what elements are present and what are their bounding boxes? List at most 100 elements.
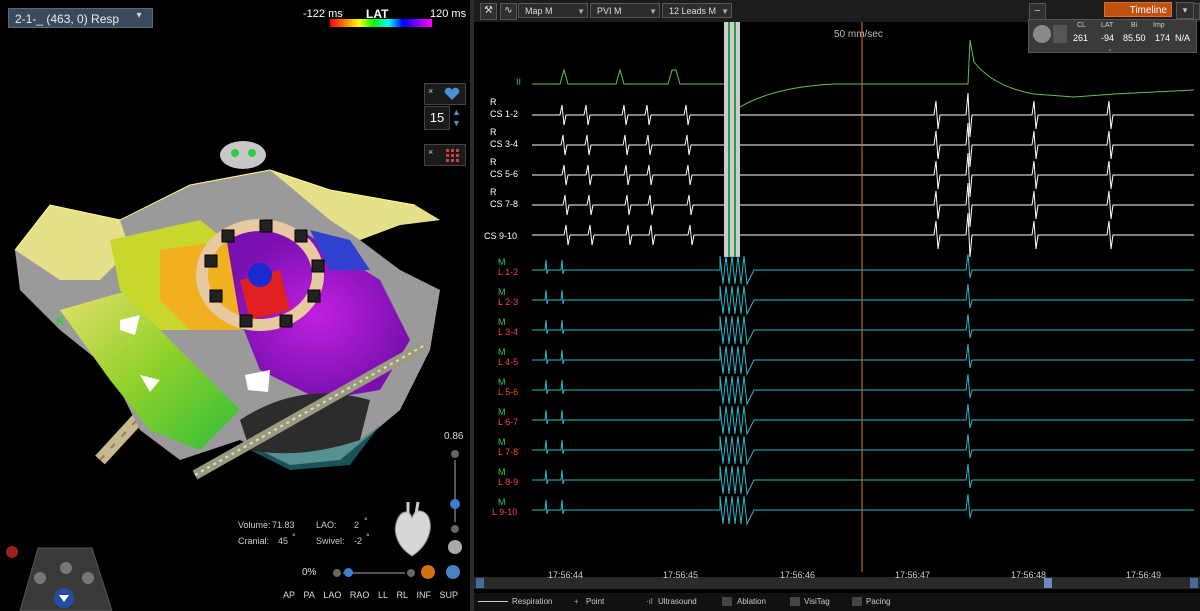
lasso-label: L 9-10 xyxy=(492,507,518,517)
stats-panel: CL 261 LAT -94 Bi 85.50 Imp 174 N/A ⌄ xyxy=(1028,19,1197,53)
legend-point[interactable]: Point xyxy=(586,597,604,606)
legend-visitag[interactable]: VisiTag xyxy=(804,597,830,606)
cranial-degree: ° xyxy=(292,532,296,542)
zoom-out-icon[interactable]: – xyxy=(1029,3,1046,20)
leads-select-value: 12 Leads M xyxy=(669,6,717,16)
counter-down-icon[interactable]: ▼ xyxy=(452,118,461,128)
stats-toggle-icon[interactable] xyxy=(1033,25,1051,43)
cs2-prefix: R xyxy=(490,127,497,137)
na-value: N/A xyxy=(1175,33,1191,43)
zoom-slider-track[interactable] xyxy=(454,460,456,522)
cl-value: 261 xyxy=(1073,33,1089,43)
heart-icon xyxy=(444,87,460,100)
r-marker: R xyxy=(56,316,64,328)
swivel-degree: ° xyxy=(366,532,370,542)
lasso-trace xyxy=(532,433,1194,466)
scroll-left-icon[interactable] xyxy=(476,578,484,588)
view-pa-button[interactable]: PA xyxy=(304,590,315,600)
heart-tool-button[interactable]: × xyxy=(424,83,466,105)
signal-icon[interactable]: ∿ xyxy=(500,3,517,20)
cs-trace xyxy=(532,122,1194,168)
ultrasound-icon: ·ıl xyxy=(646,597,653,606)
cs-trace xyxy=(532,152,1194,198)
view-sup-button[interactable]: SUP xyxy=(440,590,459,600)
leads-select[interactable]: 12 Leads M ▼ xyxy=(662,3,732,18)
transparency-plus-icon[interactable] xyxy=(407,569,415,577)
volume-value: 71.83 xyxy=(272,520,295,530)
ablation-artifact-line xyxy=(734,22,736,257)
cs4-label: CS 7-8 xyxy=(490,199,519,209)
navigation-dial[interactable] xyxy=(0,540,130,611)
3d-anatomy-map[interactable] xyxy=(0,130,470,490)
imp-value: 174 xyxy=(1155,33,1171,43)
stats-pin-icon[interactable] xyxy=(1053,25,1067,43)
chevron-down-icon: ▼ xyxy=(649,7,657,16)
lasso-trace xyxy=(532,373,1194,406)
lasso-trace xyxy=(532,343,1194,376)
legend-ablation[interactable]: Ablation xyxy=(737,597,766,606)
channel-ii-label: II xyxy=(516,77,522,87)
lao-degree: ° xyxy=(364,516,368,526)
lasso-label: L 8-9 xyxy=(498,477,519,487)
legend-ultrasound[interactable]: Ultrasound xyxy=(658,597,697,606)
view-buttons: AP PA LAO RAO LL RL INF SUP xyxy=(283,590,464,600)
pvi-select[interactable]: PVI M ▼ xyxy=(590,3,660,18)
view-inf-button[interactable]: INF xyxy=(417,590,432,600)
time-label: 17:56:48 xyxy=(1011,570,1047,580)
signal-trace-area[interactable] xyxy=(474,22,1200,572)
lasso-label: L 5-6 xyxy=(498,387,519,397)
transparency-slider-handle[interactable] xyxy=(344,568,353,577)
map-menu-icon[interactable]: ▾ xyxy=(128,10,150,26)
close-icon[interactable]: × xyxy=(428,86,433,96)
view-ap-button[interactable]: AP xyxy=(283,590,295,600)
counter-up-icon[interactable]: ▲ xyxy=(452,107,461,117)
zoom-value: 0.86 xyxy=(444,431,464,442)
lao-value: 2 xyxy=(354,520,360,530)
ablation-artifact xyxy=(724,22,740,257)
display-options-icon[interactable] xyxy=(421,565,435,579)
time-label: 17:56:49 xyxy=(1126,570,1162,580)
cs5-label: CS 9-10 xyxy=(484,231,518,241)
lasso-label: L 7-8 xyxy=(498,447,519,457)
transparency-value: 0% xyxy=(302,567,317,578)
cs1-prefix: R xyxy=(490,97,497,107)
rotate-icon[interactable] xyxy=(446,565,460,579)
legend-pacing[interactable]: Pacing xyxy=(866,597,890,606)
dropdown-icon[interactable]: ▾ xyxy=(1176,2,1194,19)
time-label: 17:56:44 xyxy=(548,570,584,580)
swivel-value: -2 xyxy=(354,536,363,546)
view-rl-button[interactable]: RL xyxy=(396,590,408,600)
tools-icon[interactable]: ⚒ xyxy=(480,3,497,20)
lasso-prefix: M xyxy=(498,317,506,327)
lasso-label: L 3-4 xyxy=(498,327,519,337)
timeline-button[interactable]: Timeline xyxy=(1104,2,1172,17)
view-lao-button[interactable]: LAO xyxy=(323,590,341,600)
lasso-prefix: M xyxy=(498,407,506,417)
heart-orientation-icon[interactable] xyxy=(388,500,436,560)
cs-trace xyxy=(532,182,1194,228)
view-rao-button[interactable]: RAO xyxy=(350,590,370,600)
legend-respiration[interactable]: Respiration xyxy=(512,597,552,606)
cs3-label: CS 5-6 xyxy=(490,169,519,179)
cl-label: CL xyxy=(1077,22,1086,29)
lasso-label: L 2-3 xyxy=(498,297,519,307)
zoom-reset-button[interactable] xyxy=(448,540,462,554)
bi-label: Bi xyxy=(1131,22,1138,29)
lasso-trace xyxy=(532,463,1194,496)
lat-max-label: 120 ms xyxy=(430,8,467,20)
zoom-slider-handle[interactable] xyxy=(450,499,460,509)
lasso-prefix: M xyxy=(498,437,506,447)
zoom-out-icon[interactable] xyxy=(451,525,459,533)
zoom-in-icon[interactable] xyxy=(451,450,459,458)
lasso-trace xyxy=(532,253,1194,286)
transparency-minus-icon[interactable] xyxy=(333,569,341,577)
view-ll-button[interactable]: LL xyxy=(378,590,388,600)
lat-color-scale xyxy=(330,19,432,27)
cs4-prefix: R xyxy=(490,187,497,197)
stats-chevron-icon[interactable]: ⌄ xyxy=(1107,45,1113,53)
scroll-right-icon[interactable] xyxy=(1190,578,1198,588)
map-panel[interactable]: 2-1-_ (463, 0) Resp ▾ -122 ms LAT 120 ms… xyxy=(0,0,470,611)
map-select[interactable]: Map M ▼ xyxy=(518,3,588,18)
time-label: 17:56:46 xyxy=(780,570,816,580)
cranial-value: 45 xyxy=(278,536,289,546)
